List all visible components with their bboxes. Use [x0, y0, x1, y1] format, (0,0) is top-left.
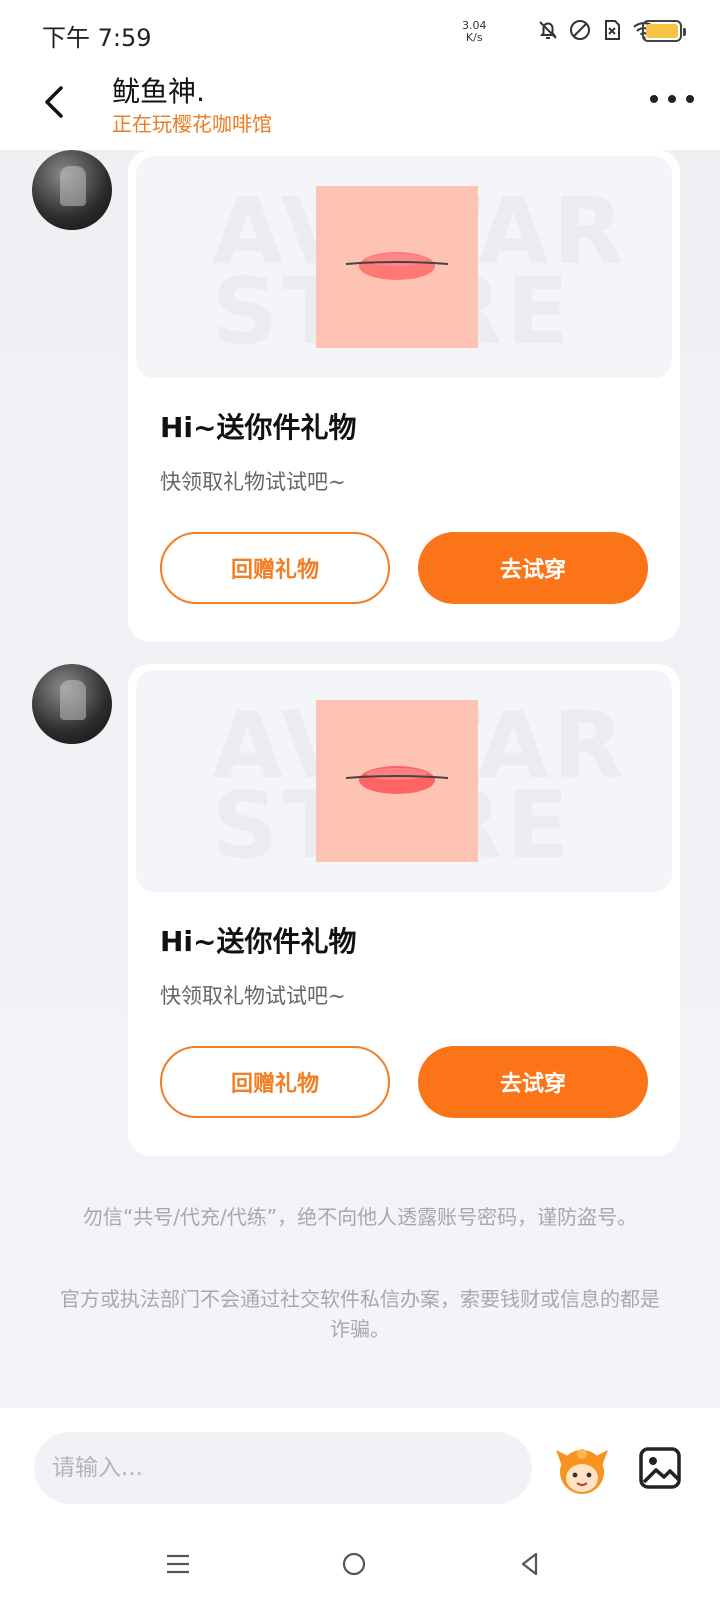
- chat-header: 鱿鱼神. 正在玩樱花咖啡馆: [0, 62, 720, 150]
- dnd-icon: [570, 20, 590, 40]
- anti-fraud-notice: 勿信“共号/代充/代练”，绝不向他人透露账号密码，谨防盗号。: [82, 1205, 638, 1229]
- more-dot-icon: [686, 95, 694, 103]
- gift-lips-image: [316, 700, 478, 862]
- sender-avatar[interactable]: [32, 150, 112, 230]
- back-icon[interactable]: [514, 1548, 546, 1580]
- system-nav-bar: [0, 1528, 720, 1600]
- return-gift-button[interactable]: 回赠礼物: [160, 532, 390, 604]
- status-bar: 下午 7:59 3.04 K/s: [0, 0, 720, 62]
- message-input[interactable]: [34, 1432, 532, 1504]
- battery-tip: [683, 28, 686, 36]
- anti-scam-notice: 官方或执法部门不会通过社交软件私信办案，索要钱财或信息的都是诈骗。: [60, 1287, 660, 1341]
- try-on-button[interactable]: 去试穿: [418, 532, 648, 604]
- more-dot-icon: [668, 95, 676, 103]
- contact-name: 鱿鱼神.: [112, 75, 205, 108]
- battery-level: [646, 24, 678, 38]
- try-on-button[interactable]: 去试穿: [418, 1046, 648, 1118]
- battery-icon: [642, 20, 686, 42]
- sim-icon: [605, 20, 620, 40]
- message-input-bar: [0, 1408, 720, 1528]
- more-dot-icon: [650, 95, 658, 103]
- bell-off-icon: [539, 21, 557, 39]
- home-icon[interactable]: [338, 1548, 370, 1580]
- status-time: 下午 7:59: [42, 24, 152, 52]
- image-picker-icon[interactable]: [636, 1444, 684, 1492]
- sender-avatar[interactable]: [32, 664, 112, 744]
- gift-card-description: 快领取礼物试试吧~: [160, 470, 346, 494]
- mascot-emoji-icon[interactable]: [552, 1440, 612, 1500]
- lips-icon: [345, 252, 449, 280]
- avatar-figure: [60, 680, 86, 720]
- back-arrow-icon[interactable]: [34, 80, 78, 124]
- avatar-figure: [60, 166, 86, 206]
- return-gift-button[interactable]: 回赠礼物: [160, 1046, 390, 1118]
- menu-icon[interactable]: [162, 1548, 194, 1580]
- contact-status: 正在玩樱花咖啡馆: [112, 112, 272, 136]
- gift-card[interactable]: AVATAR STORE Hi~送你件礼物 快领取礼物试试吧~ 回赠礼物 去试穿: [128, 150, 680, 642]
- lips-icon: [345, 766, 449, 794]
- chat-area[interactable]: AVATAR STORE Hi~送你件礼物 快领取礼物试试吧~ 回赠礼物 去试穿…: [0, 150, 720, 1408]
- gift-lips-image: [316, 186, 478, 348]
- network-speed: 3.04 K/s: [462, 20, 487, 44]
- gift-card-description: 快领取礼物试试吧~: [160, 984, 346, 1008]
- network-speed-unit: K/s: [465, 31, 483, 44]
- gift-card-title: Hi~送你件礼物: [160, 925, 357, 958]
- status-icons: [536, 18, 656, 42]
- gift-card-title: Hi~送你件礼物: [160, 411, 357, 444]
- more-options-button[interactable]: [650, 84, 694, 114]
- gift-card[interactable]: AVATAR STORE Hi~送你件礼物 快领取礼物试试吧~ 回赠礼物 去试穿: [128, 664, 680, 1156]
